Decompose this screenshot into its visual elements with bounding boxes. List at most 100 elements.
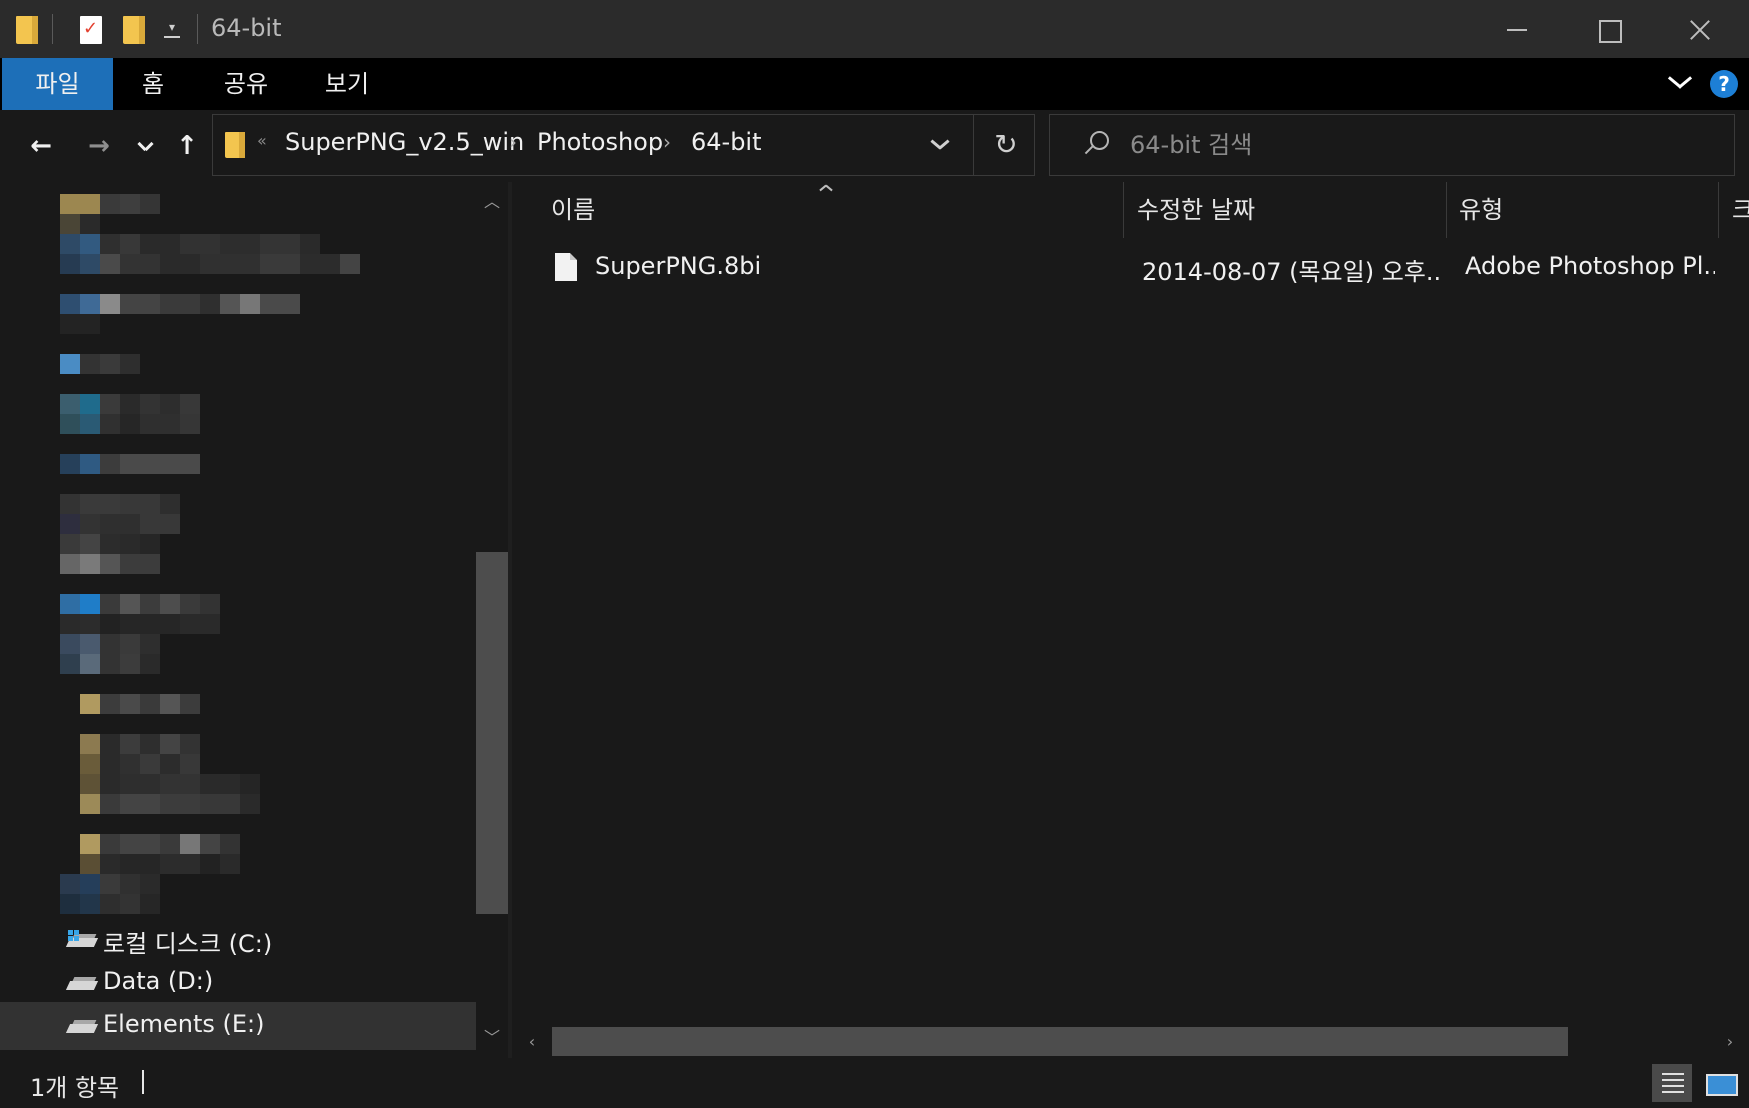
blurred-tree-item[interactable] <box>60 754 200 774</box>
address-divider <box>973 115 974 175</box>
blurred-tree-item[interactable] <box>60 414 200 434</box>
file-list[interactable]: 이름 수정한 날짜 유형 크 SuperPNG.8bi 2014-08-07 (… <box>512 182 1749 1025</box>
column-header-modified[interactable]: 수정한 날짜 <box>1137 182 1427 238</box>
blurred-tree-item[interactable] <box>60 314 100 334</box>
scrollbar-thumb[interactable] <box>552 1027 1568 1056</box>
details-view-button[interactable] <box>1652 1064 1692 1102</box>
tab-view[interactable]: 보기 <box>312 58 382 110</box>
address-history-dropdown-icon[interactable] <box>927 131 953 157</box>
search-box[interactable] <box>1049 114 1735 176</box>
refresh-button[interactable]: ↻ <box>989 127 1023 163</box>
sidebar-item-label: Data (D:) <box>103 967 214 995</box>
minimize-button[interactable] <box>1470 0 1562 58</box>
close-button[interactable] <box>1654 0 1746 58</box>
table-row[interactable]: SuperPNG.8bi 2014-08-07 (목요일) 오후... Adob… <box>512 242 1749 292</box>
column-header-name[interactable]: 이름 <box>551 182 1071 238</box>
maximize-button[interactable] <box>1562 0 1654 58</box>
column-separator[interactable] <box>1123 182 1124 238</box>
blurred-tree-item[interactable] <box>60 534 160 554</box>
file-name: SuperPNG.8bi <box>595 252 762 280</box>
sidebar-item-drive-e[interactable]: Elements (E:) <box>0 1002 476 1050</box>
navigation-bar: ← → ↑ « SuperPNG_v2.5_win › Photoshop › … <box>0 110 1749 182</box>
help-button[interactable]: ? <box>1710 70 1738 98</box>
folder-icon <box>225 132 245 158</box>
search-icon <box>1084 131 1109 153</box>
blurred-tree-item[interactable] <box>60 634 160 654</box>
breadcrumb-64bit[interactable]: 64-bit <box>691 128 762 156</box>
blurred-tree-item[interactable] <box>60 694 200 714</box>
back-button[interactable]: ← <box>24 128 58 164</box>
forward-button[interactable]: → <box>82 128 116 164</box>
quick-access-dropdown-icon[interactable]: ▾ <box>164 20 180 38</box>
breadcrumb-overflow-icon[interactable]: « <box>257 131 267 150</box>
sidebar-item-drive-c[interactable]: 로컬 디스크 (C:) <box>0 916 476 964</box>
breadcrumb-photoshop[interactable]: Photoshop <box>537 128 663 156</box>
status-separator <box>142 1070 144 1094</box>
drive-icon <box>65 1016 99 1036</box>
properties-icon[interactable] <box>80 16 102 44</box>
sidebar-item-label: Elements (E:) <box>103 1010 265 1038</box>
blurred-tree-item[interactable] <box>60 234 320 254</box>
scroll-down-icon[interactable]: ﹀ <box>476 1022 508 1054</box>
recent-locations-icon[interactable] <box>135 128 157 164</box>
blurred-tree-item[interactable] <box>60 294 300 314</box>
title-bar: ▾ 64-bit <box>0 0 1749 58</box>
window-title: 64-bit <box>211 14 282 42</box>
blurred-tree-item[interactable] <box>60 214 100 234</box>
scroll-up-icon[interactable]: ︿ <box>476 186 508 218</box>
scrollbar-thumb[interactable] <box>476 552 508 914</box>
column-separator[interactable] <box>1718 182 1719 238</box>
blurred-tree-item[interactable] <box>60 854 240 874</box>
tab-share[interactable]: 공유 <box>213 58 279 110</box>
file-modified: 2014-08-07 (목요일) 오후... <box>1142 258 1442 286</box>
content-horizontal-scrollbar[interactable]: ‹ › <box>516 1025 1749 1058</box>
blurred-tree-item[interactable] <box>60 834 240 854</box>
blurred-tree-item[interactable] <box>60 774 260 794</box>
item-count: 1개 항목 <box>30 1074 120 1102</box>
blurred-tree-item[interactable] <box>60 874 160 894</box>
blurred-tree-item[interactable] <box>60 734 200 754</box>
breadcrumb-separator-icon[interactable]: › <box>509 130 517 154</box>
blurred-tree-item[interactable] <box>60 354 140 374</box>
navigation-pane[interactable]: 로컬 디스크 (C:) Data (D:) Elements (E:) <box>0 182 476 1058</box>
navigation-pane-scrollbar[interactable]: ︿ ﹀ <box>476 182 508 1058</box>
blurred-tree-item[interactable] <box>60 254 360 274</box>
folder-icon <box>16 16 38 44</box>
ribbon-tabs: 파일 홈 공유 보기 ? <box>0 58 1749 110</box>
blurred-tree-item[interactable] <box>60 454 200 474</box>
blurred-tree-item[interactable] <box>60 514 180 534</box>
quick-access-separator <box>52 14 53 44</box>
blurred-tree-item[interactable] <box>60 794 260 814</box>
breadcrumb-separator-icon[interactable]: › <box>663 130 671 154</box>
column-header-type[interactable]: 유형 <box>1459 182 1709 238</box>
search-input[interactable] <box>1130 127 1710 163</box>
tab-home[interactable]: 홈 <box>126 58 180 110</box>
blurred-tree-item[interactable] <box>60 654 160 674</box>
new-folder-icon[interactable] <box>123 16 145 44</box>
file-type: Adobe Photoshop Pl... <box>1465 252 1715 280</box>
blurred-tree-item[interactable] <box>60 614 220 634</box>
scroll-right-icon[interactable]: › <box>1714 1025 1746 1058</box>
blurred-tree-item[interactable] <box>60 894 160 914</box>
blurred-tree-item[interactable] <box>60 194 160 214</box>
title-separator <box>197 14 198 44</box>
expand-ribbon-icon[interactable] <box>1664 70 1696 98</box>
blurred-tree-item[interactable] <box>60 494 180 514</box>
system-drive-icon <box>65 930 99 950</box>
status-bar: 1개 항목 <box>0 1058 1749 1108</box>
scroll-left-icon[interactable]: ‹ <box>516 1025 548 1058</box>
blurred-tree-item[interactable] <box>60 394 200 414</box>
address-bar[interactable]: « SuperPNG_v2.5_win › Photoshop › 64-bit… <box>212 114 1035 176</box>
large-icons-view-button[interactable] <box>1700 1064 1740 1102</box>
blurred-tree-item[interactable] <box>60 594 220 614</box>
tab-file[interactable]: 파일 <box>2 58 113 110</box>
breadcrumb-superpng[interactable]: SuperPNG_v2.5_win <box>285 128 524 156</box>
up-button[interactable]: ↑ <box>172 128 202 164</box>
sidebar-item-drive-d[interactable]: Data (D:) <box>0 959 476 1007</box>
drive-icon <box>65 973 99 993</box>
sidebar-item-label: 로컬 디스크 (C:) <box>103 930 273 958</box>
blurred-tree-item[interactable] <box>60 554 160 574</box>
column-header-size[interactable]: 크 <box>1732 182 1749 238</box>
column-separator[interactable] <box>1446 182 1447 238</box>
file-icon <box>555 253 577 281</box>
